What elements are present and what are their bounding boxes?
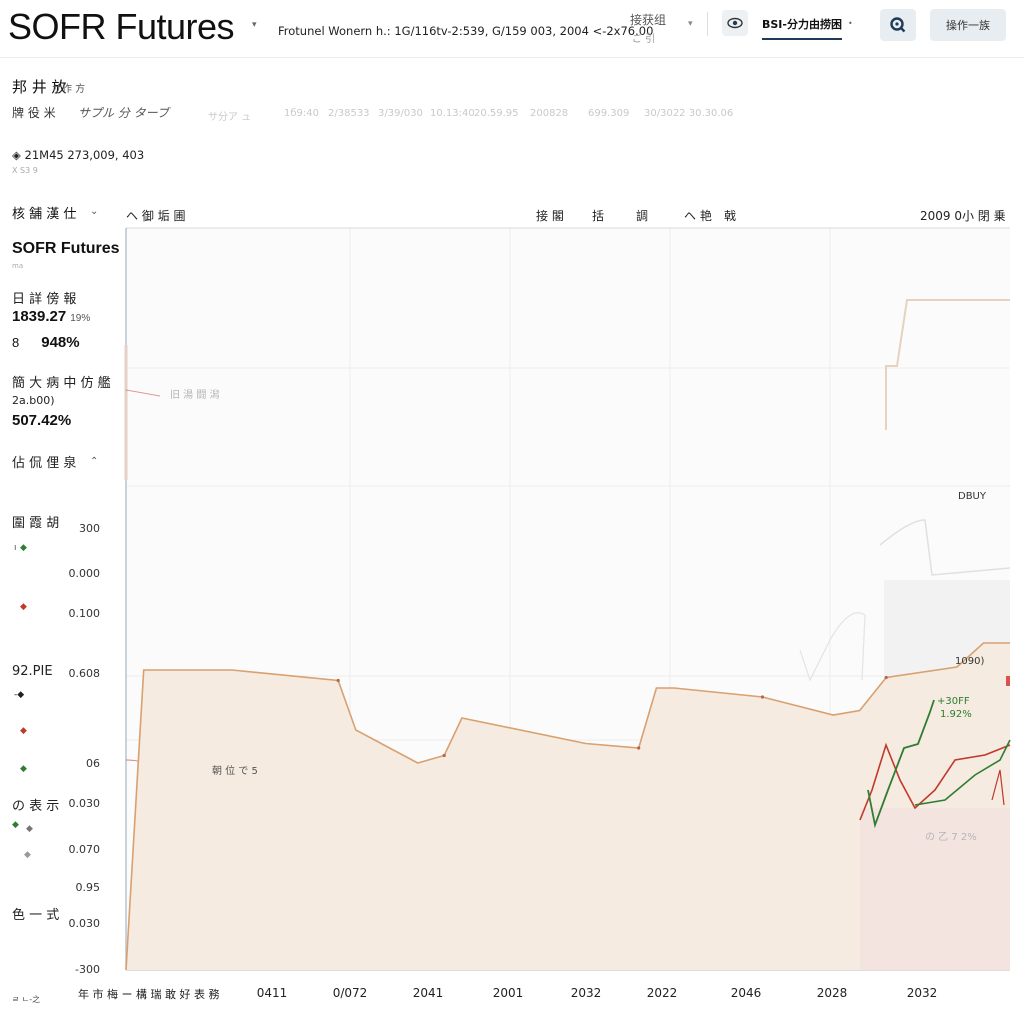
- annotation-green-value: 1.92%: [940, 709, 972, 720]
- marker-red: [1006, 676, 1010, 686]
- x-tick-label: 2028: [817, 986, 848, 1000]
- x-tick-label: 2001: [493, 986, 524, 1000]
- x-tick-label: 2022: [647, 986, 678, 1000]
- data-point[interactable]: [760, 695, 765, 699]
- x-tick-label: 2032: [907, 986, 938, 1000]
- x-tick-label: 2046: [731, 986, 762, 1000]
- x-tick-label: 2041: [413, 986, 444, 1000]
- x-tick-label: 2032: [571, 986, 602, 1000]
- data-point[interactable]: [336, 678, 340, 683]
- sofr-chart[interactable]: 1090) DBUY +30FF 1.92% 旧 湯 闘 潟 朝 位 で 5 の…: [0, 0, 1024, 1024]
- x-tick-layer: 0411 0/072 2041 2001 2032 2022 2046 2028 2032: [257, 986, 938, 1000]
- x-tick-label: 0/072: [333, 986, 368, 1000]
- x-tick-label: 0411: [257, 986, 288, 1000]
- annotation-faint: 旧 湯 闘 潟: [170, 388, 220, 401]
- annotation-box1: 1090): [955, 656, 984, 667]
- annotation-green-label: +30FF: [937, 696, 970, 707]
- data-point[interactable]: [637, 746, 641, 750]
- data-point[interactable]: [884, 675, 888, 680]
- annotation-faint: 朝 位 で 5: [212, 764, 258, 777]
- annotation-faint: の 乙 7 2%: [925, 831, 977, 843]
- annotation-box2: DBUY: [958, 491, 987, 502]
- data-point[interactable]: [442, 753, 446, 758]
